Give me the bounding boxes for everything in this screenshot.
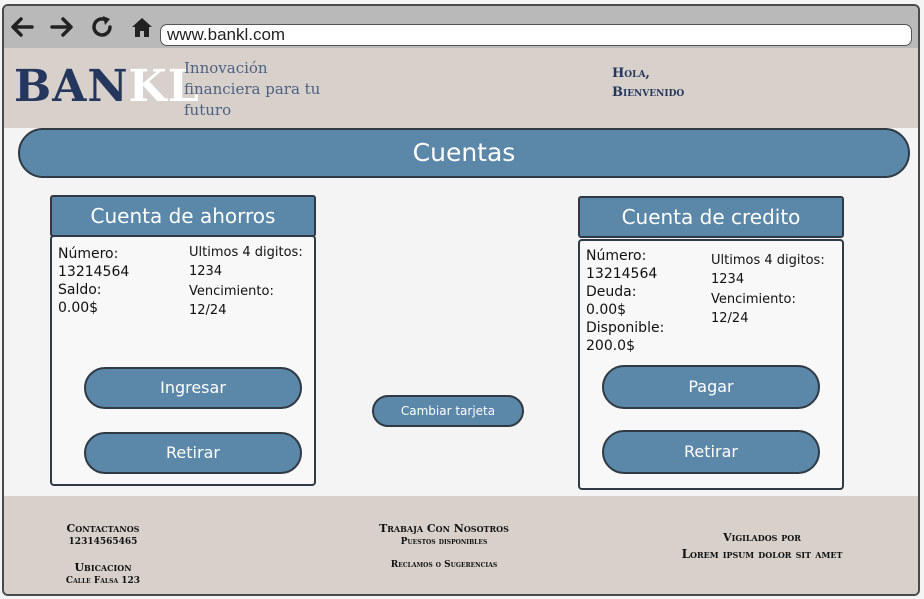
forward-arrow-icon[interactable] [48, 13, 76, 41]
credit-last4-label: Ultimos 4 digitos: [711, 253, 825, 268]
change-card-button[interactable]: Cambiar tarjeta [372, 395, 524, 427]
credit-number-label: Número: [586, 248, 647, 264]
greeting: Hola, Bienvenido [612, 64, 684, 102]
deposit-button[interactable]: Ingresar [84, 367, 302, 409]
url-bar[interactable]: www.bankl.com [160, 24, 912, 46]
logo[interactable]: BANKL [14, 62, 200, 112]
supervised-by: Lorem ipsum dolor sit amet [681, 547, 843, 561]
credit-last4-value: 1234 [711, 272, 745, 287]
credit-card-title: Cuenta de credito [578, 196, 844, 238]
site-footer: Contactanos 12314565465 Ubicacion Calle … [4, 496, 918, 594]
credit-available-value: 200.0$ [586, 338, 635, 354]
browser-toolbar: www.bankl.com [4, 6, 918, 48]
back-arrow-icon[interactable] [8, 13, 36, 41]
credit-debt-label: Deuda: [586, 284, 637, 300]
greeting-line2: Bienvenido [612, 85, 685, 100]
savings-expiry-value: 12/24 [189, 303, 227, 318]
location-title: Ubicacion [74, 561, 132, 574]
contact-title: Contactanos [66, 522, 140, 535]
jobs-link[interactable]: Puestos disponibles [344, 537, 544, 547]
savings-card: Número: 13214564 Saldo: 0.00$ Ultimos 4 … [50, 235, 316, 486]
savings-card-title: Cuenta de ahorros [50, 195, 316, 237]
savings-last4-value: 1234 [189, 264, 223, 279]
credit-expiry-value: 12/24 [711, 311, 749, 326]
credit-expiry-label: Vencimiento: [711, 292, 796, 307]
page-title: Cuentas [18, 128, 910, 178]
tagline: Innovación financiera para tu futuro [184, 59, 321, 119]
credit-card: Número: 13214564 Deuda: 0.00$ Disponible… [578, 239, 844, 490]
credit-withdraw-button[interactable]: Retirar [602, 430, 820, 474]
savings-withdraw-button[interactable]: Retirar [84, 432, 302, 474]
pay-button[interactable]: Pagar [602, 365, 820, 409]
savings-number-label: Número: [58, 246, 119, 262]
logo-part1: BAN [14, 61, 129, 112]
jobs-title-text: Trabaja Con Nosotros [379, 522, 509, 535]
credit-debt-value: 0.00$ [586, 302, 627, 318]
location-address: Calle Falsa 123 [65, 576, 141, 586]
reload-icon[interactable] [88, 13, 116, 41]
credit-available-label: Disponible: [586, 320, 665, 336]
contact-phone: 12314565465 [68, 537, 138, 547]
greeting-line1: Hola, [612, 66, 650, 81]
claims-link[interactable]: Reclamos o Sugerencias [344, 560, 544, 570]
savings-expiry-label: Vencimiento: [189, 284, 274, 299]
jobs-title[interactable]: Trabaja Con Nosotros [344, 522, 544, 535]
savings-number-value: 13214564 [58, 264, 130, 280]
savings-balance-label: Saldo: [58, 282, 102, 298]
savings-last4-label: Ultimos 4 digitos: [189, 245, 303, 260]
home-icon[interactable] [128, 13, 156, 41]
credit-number-value: 13214564 [586, 266, 658, 282]
supervised-title: Vigilados por [723, 531, 801, 544]
savings-balance-value: 0.00$ [58, 300, 99, 316]
site-header: BANKL Innovación financiera para tu futu… [4, 48, 918, 128]
browser-window: www.bankl.com BANKL Innovación financier… [2, 4, 920, 596]
